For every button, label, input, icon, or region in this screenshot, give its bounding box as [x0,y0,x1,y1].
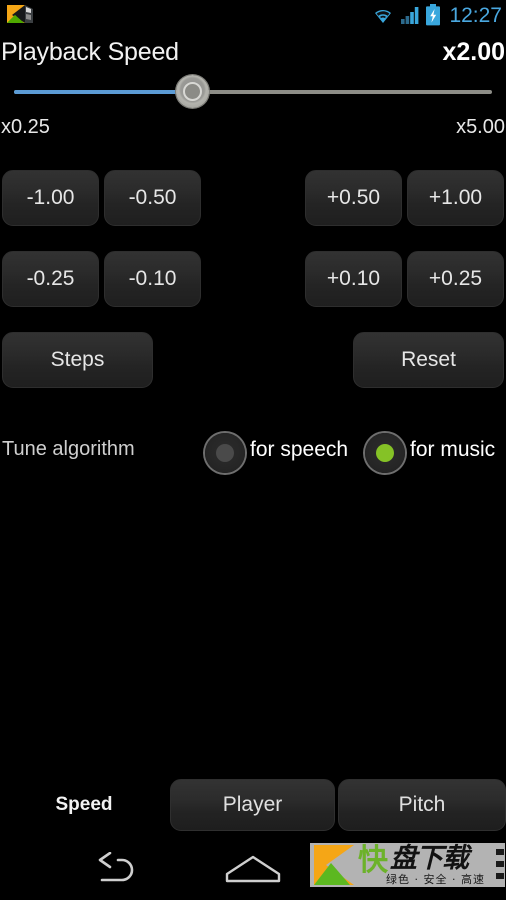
slider-min-label: x0.25 [1,116,50,138]
radio-dot-selected-icon [376,444,394,462]
steps-button[interactable]: Steps [2,332,153,388]
tab-player[interactable]: Player [170,779,335,831]
header: Playback Speed x2.00 [0,38,506,72]
status-indicators: 12:27 [371,0,502,34]
page-title: Playback Speed [1,38,179,66]
radio-for-speech[interactable] [205,433,245,473]
bottom-tab-bar: Speed Player Pitch [0,779,506,831]
back-arrow-icon[interactable] [88,851,140,886]
speed-step-minus-0-25-button[interactable]: -0.25 [2,251,99,307]
radio-for-music-label[interactable]: for music [410,438,495,462]
watermark-brand-green: 快 [358,843,388,878]
watermark-tagline: 绿色 · 安全 · 高速 [386,873,485,886]
current-speed-value: x2.00 [442,38,505,66]
radio-for-speech-label[interactable]: for speech [250,438,348,462]
speed-step-plus-0-25-button[interactable]: +0.25 [407,251,504,307]
slider-track-fill [14,90,192,94]
tune-algorithm-row: Tune algorithm for speech for music [0,425,506,480]
status-clock: 12:27 [449,4,502,27]
radio-for-music[interactable] [365,433,405,473]
cellular-signal-icon [400,5,420,30]
speed-step-plus-0-50-button[interactable]: +0.50 [305,170,402,226]
speed-step-minus-0-10-button[interactable]: -0.10 [104,251,201,307]
status-bar: 12:27 [0,0,506,34]
battery-charging-icon [425,3,441,31]
watermark-bars-icon [496,849,504,879]
speed-step-minus-1-00-button[interactable]: -1.00 [2,170,99,226]
reset-button[interactable]: Reset [353,332,504,388]
speed-step-plus-1-00-button[interactable]: +1.00 [407,170,504,226]
tune-algorithm-label: Tune algorithm [2,438,135,460]
home-icon[interactable] [222,854,284,884]
speed-step-minus-0-50-button[interactable]: -0.50 [104,170,201,226]
tab-speed[interactable]: Speed [0,779,168,831]
watermark-k-icon [314,845,354,885]
watermark-logo: 快 盘下载 绿色 · 安全 · 高速 [310,843,505,887]
slider-max-label: x5.00 [456,116,505,138]
tab-pitch[interactable]: Pitch [338,779,506,831]
speed-step-plus-0-10-button[interactable]: +0.10 [305,251,402,307]
radio-dot-icon [216,444,234,462]
slider-range-labels: x0.25 x5.00 [0,116,506,142]
playback-speed-slider[interactable] [0,75,506,108]
app-notification-icon [6,4,34,32]
wifi-icon [371,5,395,30]
slider-thumb[interactable] [176,75,209,108]
